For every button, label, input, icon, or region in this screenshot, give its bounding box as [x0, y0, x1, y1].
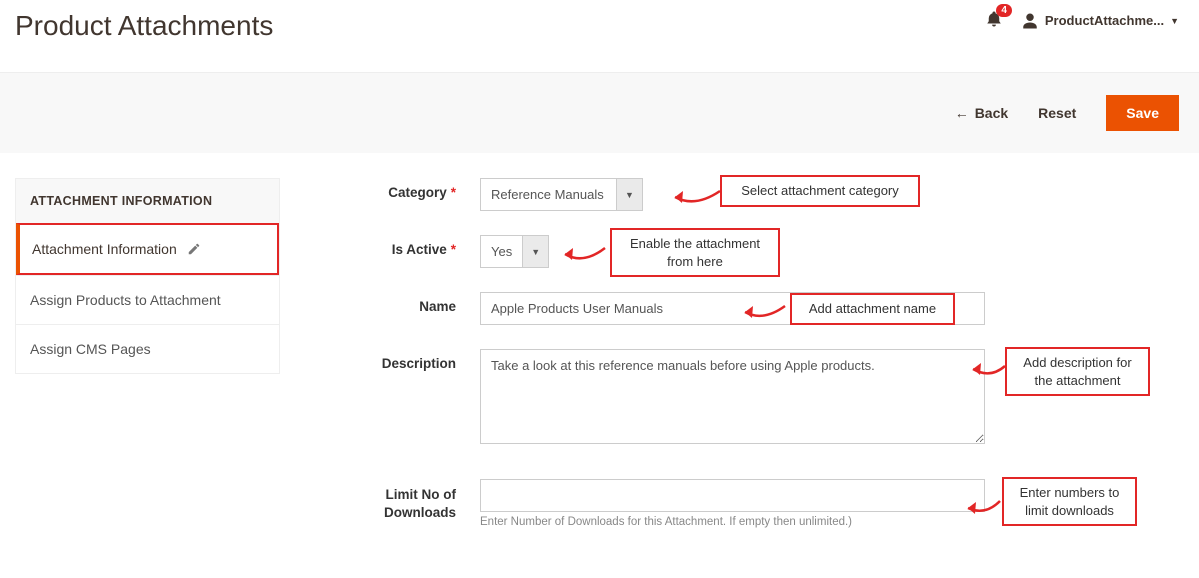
callout-limit: Enter numbers to limit downloads: [1002, 477, 1137, 526]
chevron-down-icon: ▼: [1170, 16, 1179, 26]
header-actions: 4 ProductAttachme... ▼: [985, 10, 1179, 31]
limit-input[interactable]: [480, 479, 985, 512]
chevron-down-icon: ▼: [522, 236, 548, 267]
user-name: ProductAttachme...: [1045, 13, 1164, 28]
sidebar-heading: ATTACHMENT INFORMATION: [16, 179, 279, 223]
callout-active: Enable the attachment from here: [610, 228, 780, 277]
form-panel: Category* Reference Manuals ▼ Select att…: [315, 178, 1184, 552]
back-button[interactable]: ← Back: [955, 105, 1008, 121]
label-name: Name: [315, 292, 480, 314]
limit-hint: Enter Number of Downloads for this Attac…: [480, 516, 1004, 528]
sidebar-item-label: Attachment Information: [32, 241, 177, 257]
callout-description: Add description for the attachment: [1005, 347, 1150, 396]
category-value: Reference Manuals: [481, 179, 616, 210]
notifications-button[interactable]: 4: [985, 10, 1003, 31]
row-description: Description Add description for the atta…: [315, 349, 1004, 447]
reset-button[interactable]: Reset: [1038, 105, 1076, 121]
label-limit: Limit No of Downloads: [315, 479, 480, 521]
row-category: Category* Reference Manuals ▼ Select att…: [315, 178, 1004, 211]
label-is-active: Is Active*: [315, 235, 480, 257]
sidebar-item-attachment-info[interactable]: Attachment Information: [16, 223, 279, 275]
description-textarea[interactable]: [480, 349, 985, 444]
user-icon: [1021, 12, 1039, 30]
notification-count: 4: [996, 4, 1012, 17]
label-description: Description: [315, 349, 480, 371]
sidebar-item-assign-cms[interactable]: Assign CMS Pages: [16, 324, 279, 373]
annotation-arrow: [555, 240, 610, 265]
sidebar-item-assign-products[interactable]: Assign Products to Attachment: [16, 275, 279, 324]
callout-category: Select attachment category: [720, 175, 920, 207]
save-button[interactable]: Save: [1106, 95, 1179, 131]
action-toolbar: ← Back Reset Save: [0, 72, 1199, 153]
row-is-active: Is Active* Yes ▼ Enable the attachment f…: [315, 235, 1004, 268]
user-menu[interactable]: ProductAttachme... ▼: [1021, 12, 1179, 30]
back-label: Back: [975, 105, 1008, 121]
row-name: Name Add attachment name: [315, 292, 1004, 325]
main-content: ATTACHMENT INFORMATION Attachment Inform…: [0, 153, 1199, 577]
arrow-left-icon: ←: [955, 105, 969, 121]
annotation-arrow: [665, 183, 725, 208]
page-header: Product Attachments 4 ProductAttachme...…: [0, 0, 1199, 72]
callout-name: Add attachment name: [790, 293, 955, 325]
label-category: Category*: [315, 178, 480, 200]
page-title: Product Attachments: [15, 10, 273, 42]
category-select[interactable]: Reference Manuals ▼: [480, 178, 643, 211]
pencil-icon: [187, 242, 201, 256]
sidebar: ATTACHMENT INFORMATION Attachment Inform…: [15, 178, 280, 374]
row-limit: Limit No of Downloads Enter Number of Do…: [315, 479, 1004, 528]
chevron-down-icon: ▼: [616, 179, 642, 210]
is-active-select[interactable]: Yes ▼: [480, 235, 549, 268]
is-active-value: Yes: [481, 236, 522, 267]
